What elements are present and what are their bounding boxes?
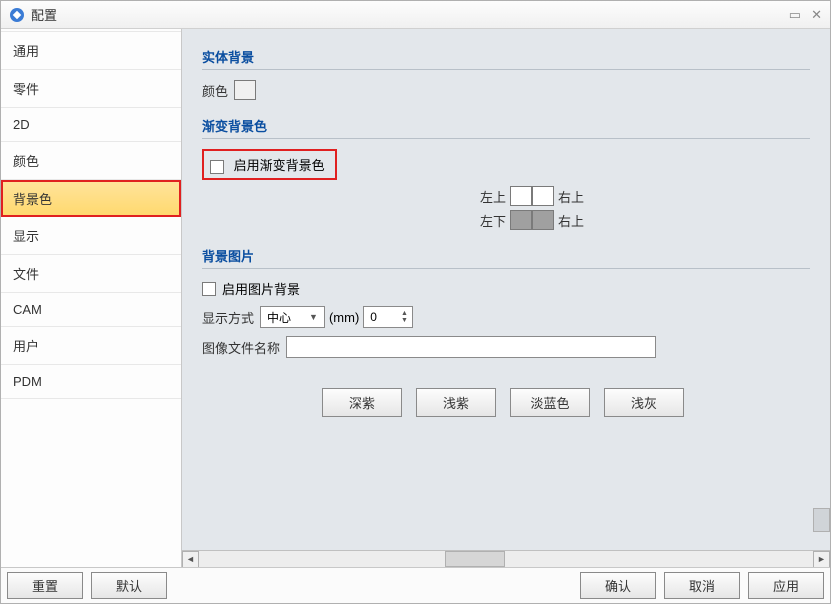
window-title: 配置: [31, 5, 789, 24]
sidebar-item-label: 通用: [13, 44, 39, 59]
preset-label: 淡蓝色: [530, 396, 569, 411]
section-bg-image: 背景图片 启用图片背景 显示方式 中心 ▼ (mm) 0: [202, 246, 810, 417]
section-solid-bg: 实体背景 颜色: [202, 47, 810, 100]
sidebar-item-parts[interactable]: 零件: [1, 70, 181, 108]
titlebar: 配置 ▭ ✕: [1, 1, 830, 29]
close-icon[interactable]: ✕: [811, 7, 822, 23]
highlight-enable-gradient: 启用渐变背景色: [202, 149, 337, 180]
app-icon: [9, 7, 25, 23]
sidebar-item-2d[interactable]: 2D: [1, 108, 181, 142]
config-window: 配置 ▭ ✕ 通用 零件 2D 颜色 背景色 显示 文件 CAM 用户 PDM …: [0, 0, 831, 604]
spinner-offset[interactable]: 0 ▲▼: [363, 306, 413, 328]
scroll-track[interactable]: [199, 551, 813, 567]
label-bottom-left: 左下: [472, 211, 506, 230]
content-area: 通用 零件 2D 颜色 背景色 显示 文件 CAM 用户 PDM 实体背景 颜色: [1, 29, 830, 567]
preset-label: 深紫: [349, 396, 375, 411]
footer: 重置 默认 确认 取消 应用: [1, 567, 830, 603]
sidebar-item-label: 背景色: [13, 192, 52, 207]
minimize-icon[interactable]: ▭: [789, 7, 801, 23]
sidebar-item-label: 零件: [13, 82, 39, 97]
label-enable-gradient: 启用渐变背景色: [234, 158, 325, 173]
label-file-name: 图像文件名称: [202, 338, 280, 357]
preset-label: 浅灰: [631, 396, 657, 411]
spinner-buttons[interactable]: ▲▼: [401, 310, 408, 324]
preset-row: 深紫 浅紫 淡蓝色 浅灰: [322, 388, 810, 417]
row-solid-color: 颜色: [202, 80, 810, 100]
button-label: 确认: [605, 579, 631, 594]
section-title-solid: 实体背景: [202, 47, 810, 70]
scroll-right-button[interactable]: ►: [813, 551, 830, 568]
button-label: 取消: [689, 579, 715, 594]
scroll-left-button[interactable]: ◄: [182, 551, 199, 568]
label-enable-image: 启用图片背景: [222, 279, 300, 298]
cancel-button[interactable]: 取消: [664, 572, 740, 599]
corner-row-top: 左上 右上: [472, 186, 810, 206]
row-display-mode: 显示方式 中心 ▼ (mm) 0 ▲▼: [202, 306, 810, 328]
sidebar-item-display[interactable]: 显示: [1, 217, 181, 255]
preset-light-blue[interactable]: 淡蓝色: [510, 388, 590, 417]
spinner-offset-value: 0: [370, 310, 377, 324]
sidebar-item-pdm[interactable]: PDM: [1, 365, 181, 399]
ok-button[interactable]: 确认: [580, 572, 656, 599]
checkbox-enable-gradient[interactable]: [210, 160, 224, 174]
sidebar-item-cam[interactable]: CAM: [1, 293, 181, 327]
swatch-top-right[interactable]: [532, 186, 554, 206]
footer-right-buttons: 确认 取消 应用: [580, 572, 824, 599]
sidebar-item-label: CAM: [13, 302, 42, 317]
select-display-mode[interactable]: 中心 ▼: [260, 306, 325, 328]
reset-button[interactable]: 重置: [7, 572, 83, 599]
swatch-bottom-right[interactable]: [532, 210, 554, 230]
sidebar-item-label: 颜色: [13, 154, 39, 169]
main-content: 实体背景 颜色 渐变背景色 启用渐变背景色 左上: [182, 29, 830, 550]
vertical-scroll-thumb[interactable]: [813, 508, 830, 532]
chevron-down-icon: ▼: [309, 312, 318, 322]
label-top-left: 左上: [472, 187, 506, 206]
section-title-gradient: 渐变背景色: [202, 116, 810, 139]
row-file-name: 图像文件名称: [202, 336, 810, 358]
label-unit: (mm): [329, 310, 359, 325]
preset-light-gray[interactable]: 浅灰: [604, 388, 684, 417]
solid-color-swatch[interactable]: [234, 80, 256, 100]
gradient-corners: 左上 右上 左下 右上: [472, 186, 810, 230]
swatch-top-left[interactable]: [510, 186, 532, 206]
select-display-mode-value: 中心: [267, 309, 291, 326]
label-top-right: 右上: [558, 187, 584, 206]
apply-button[interactable]: 应用: [748, 572, 824, 599]
button-label: 重置: [32, 579, 58, 594]
footer-left-buttons: 重置 默认: [7, 572, 167, 599]
preset-label: 浅紫: [443, 396, 469, 411]
sidebar-item-color[interactable]: 颜色: [1, 142, 181, 180]
sidebar-item-file[interactable]: 文件: [1, 255, 181, 293]
button-label: 应用: [773, 579, 799, 594]
swatch-bottom-left[interactable]: [510, 210, 532, 230]
sidebar: 通用 零件 2D 颜色 背景色 显示 文件 CAM 用户 PDM: [1, 29, 181, 567]
sidebar-item-bgcolor[interactable]: 背景色: [1, 180, 181, 217]
sidebar-item-label: 显示: [13, 229, 39, 244]
row-enable-image: 启用图片背景: [202, 279, 810, 298]
section-title-bgimage: 背景图片: [202, 246, 810, 269]
preset-deep-purple[interactable]: 深紫: [322, 388, 402, 417]
sidebar-item-user[interactable]: 用户: [1, 327, 181, 365]
label-bottom-right: 右上: [558, 211, 584, 230]
label-display-mode: 显示方式: [202, 308, 254, 327]
input-file-name[interactable]: [286, 336, 656, 358]
sidebar-item-label: 用户: [13, 339, 39, 354]
label-color: 颜色: [202, 81, 228, 100]
sidebar-item-label: PDM: [13, 374, 42, 389]
vertical-scrollbar[interactable]: [813, 29, 830, 532]
button-label: 默认: [116, 579, 142, 594]
main-panel: 实体背景 颜色 渐变背景色 启用渐变背景色 左上: [181, 29, 830, 567]
preset-light-purple[interactable]: 浅紫: [416, 388, 496, 417]
sidebar-item-label: 2D: [13, 117, 30, 132]
sidebar-item-general[interactable]: 通用: [1, 31, 181, 70]
window-controls: ▭ ✕: [789, 7, 822, 23]
section-gradient: 渐变背景色 启用渐变背景色 左上 右上 左下: [202, 116, 810, 230]
default-button[interactable]: 默认: [91, 572, 167, 599]
horizontal-scrollbar[interactable]: ◄ ►: [182, 550, 830, 567]
corner-row-bottom: 左下 右上: [472, 210, 810, 230]
scroll-thumb[interactable]: [445, 551, 505, 567]
checkbox-enable-image[interactable]: [202, 282, 216, 296]
sidebar-item-label: 文件: [13, 267, 39, 282]
